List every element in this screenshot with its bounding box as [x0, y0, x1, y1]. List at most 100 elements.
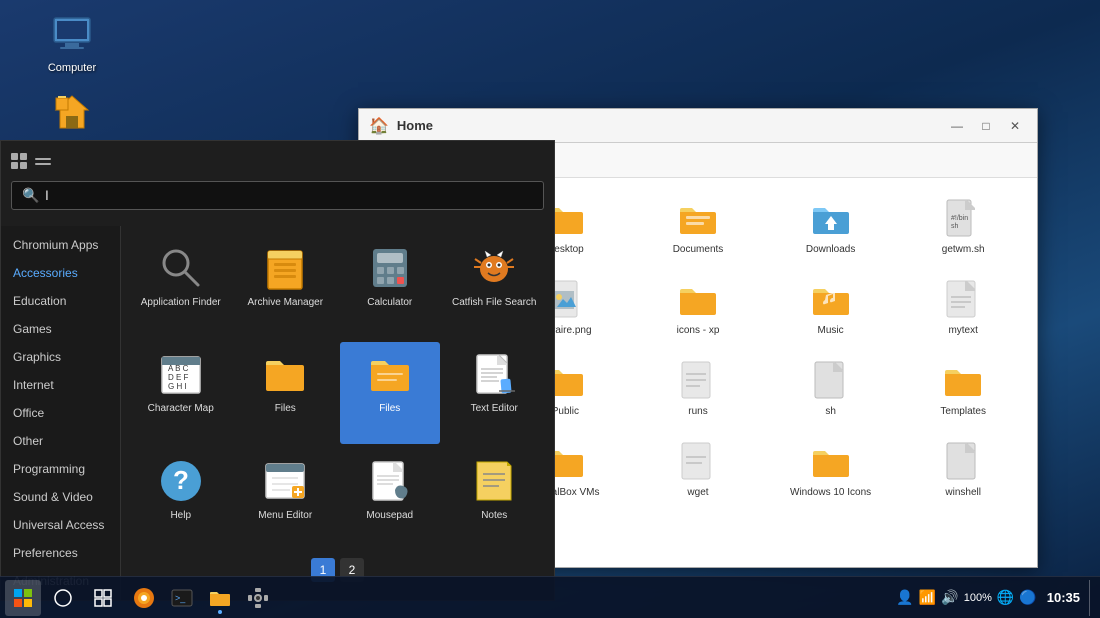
start-button[interactable] [5, 580, 41, 616]
svg-text:D E F: D E F [168, 373, 189, 382]
app-item-help[interactable]: ? Help [131, 449, 231, 550]
user-icon[interactable]: 👤 [896, 589, 913, 606]
app-item-files1[interactable]: Files [236, 342, 336, 443]
sidebar-item-sound-video[interactable]: Sound & Video [1, 483, 120, 511]
file-name-documents: Documents [673, 244, 724, 256]
taskbar-firefox[interactable] [126, 580, 162, 616]
show-desktop-btn[interactable] [1089, 580, 1095, 616]
file-item-icons-xp[interactable]: icons - xp [634, 269, 762, 345]
file-name-win10icons: Windows 10 Icons [790, 487, 871, 499]
file-item-getwm[interactable]: #!/bin sh getwm.sh [899, 188, 1027, 264]
computer-icon [48, 10, 96, 58]
charmap-icon: A B C D E F G H I [157, 350, 205, 398]
app-item-finder[interactable]: Application Finder [131, 236, 231, 337]
file-item-sh[interactable]: sh [767, 350, 895, 426]
file-icon-wget [676, 439, 720, 483]
sidebar-item-accessories[interactable]: Accessories [1, 259, 120, 287]
folder-icon-icons-xp [676, 277, 720, 321]
file-name-downloads: Downloads [806, 244, 855, 256]
sidebar-item-graphics[interactable]: Graphics [1, 343, 120, 371]
taskbar-settings[interactable] [240, 580, 276, 616]
search-input[interactable] [45, 188, 533, 203]
charmap-label: Character Map [148, 403, 214, 415]
file-item-winshell[interactable]: winshell [899, 431, 1027, 507]
file-item-wget[interactable]: wget [634, 431, 762, 507]
taskbar-clock[interactable]: 10:35 [1047, 590, 1080, 605]
svg-text:?: ? [173, 465, 189, 495]
files2-icon [366, 350, 414, 398]
sidebar-item-programming[interactable]: Programming [1, 455, 120, 483]
home-folder-icon [48, 88, 96, 136]
sidebar-item-chromium-apps[interactable]: Chromium Apps [1, 231, 120, 259]
menu-editor-icon [261, 457, 309, 505]
file-item-mytext[interactable]: mytext [899, 269, 1027, 345]
app-item-text-editor[interactable]: Text Editor [445, 342, 545, 443]
apps-grid: Application Finder [131, 236, 544, 550]
folder-icon-downloads [809, 196, 853, 240]
file-name-mytext: mytext [948, 325, 977, 337]
volume-icon[interactable]: 🔊 [941, 589, 958, 606]
catfish-label: Catfish File Search [452, 297, 536, 309]
file-icon-winshell [941, 439, 985, 483]
battery-indicator[interactable]: 100% [964, 592, 992, 604]
window-titlebar: 🏠 Home — □ ✕ [359, 109, 1037, 143]
desktop-icon-computer[interactable]: Computer [32, 10, 112, 74]
start-menu-body: Chromium Apps Accessories Education Game… [1, 226, 554, 600]
app-item-archive[interactable]: Archive Manager [236, 236, 336, 337]
network-icon[interactable]: 🌐 [997, 589, 1014, 606]
app-item-calculator[interactable]: Calculator [340, 236, 440, 337]
file-icon-getwm: #!/bin sh [941, 196, 985, 240]
file-item-win10icons[interactable]: Windows 10 Icons [767, 431, 895, 507]
file-name-music: Music [818, 325, 844, 337]
file-item-music[interactable]: Music [767, 269, 895, 345]
wifi-icon[interactable]: 📶 [919, 589, 936, 606]
start-menu: 🔍 Chromium Apps Accessories Education Ga… [0, 140, 555, 601]
clock-time: 10:35 [1047, 590, 1080, 605]
sidebar-item-other[interactable]: Other [1, 427, 120, 455]
taskbar-taskview-button[interactable] [85, 580, 121, 616]
svg-text:A B C: A B C [168, 364, 189, 373]
desktop: Computer Home [0, 0, 1100, 618]
calc-label: Calculator [367, 297, 412, 309]
taskbar-search-button[interactable] [45, 580, 81, 616]
taskbar-left [5, 580, 121, 616]
svg-text:>_: >_ [175, 593, 186, 603]
help-label: Help [170, 510, 191, 522]
sidebar-item-universal-access[interactable]: Universal Access [1, 511, 120, 539]
folder-icon-documents [676, 196, 720, 240]
maximize-button[interactable]: □ [974, 114, 998, 138]
app-item-charmap[interactable]: A B C D E F G H I Character Map [131, 342, 231, 443]
file-item-downloads[interactable]: Downloads [767, 188, 895, 264]
search-box[interactable]: 🔍 [11, 181, 544, 210]
close-button[interactable]: ✕ [1003, 114, 1027, 138]
bluetooth-icon[interactable]: 🔵 [1019, 589, 1036, 606]
app-finder-label: Application Finder [141, 297, 221, 309]
file-name-public: Public [552, 406, 579, 418]
app-item-mousepad[interactable]: Mousepad [340, 449, 440, 550]
taskbar-terminal[interactable]: >_ [164, 580, 200, 616]
mousepad-label: Mousepad [366, 510, 413, 522]
search-icon: 🔍 [22, 187, 39, 204]
sidebar-item-games[interactable]: Games [1, 315, 120, 343]
file-item-documents[interactable]: Documents [634, 188, 762, 264]
sidebar-item-education[interactable]: Education [1, 287, 120, 315]
archive-icon [261, 244, 309, 292]
file-name-icons-xp: icons - xp [677, 325, 720, 337]
file-name-templates: Templates [940, 406, 986, 418]
app-item-menu-editor[interactable]: Menu Editor [236, 449, 336, 550]
app-item-notes[interactable]: Notes [445, 449, 545, 550]
sidebar-item-preferences[interactable]: Preferences [1, 539, 120, 567]
folder-icon-win10icons [809, 439, 853, 483]
grid-view-btn[interactable] [11, 153, 27, 169]
list-view-btn[interactable] [35, 153, 51, 169]
app-item-files2[interactable]: Files [340, 342, 440, 443]
app-item-catfish[interactable]: Catfish File Search [445, 236, 545, 337]
sidebar-item-office[interactable]: Office [1, 399, 120, 427]
taskbar-filemanager[interactable] [202, 580, 238, 616]
sidebar-item-internet[interactable]: Internet [1, 371, 120, 399]
menu-editor-label: Menu Editor [258, 510, 312, 522]
file-item-templates[interactable]: Templates [899, 350, 1027, 426]
file-name-sh: sh [825, 406, 836, 418]
file-item-runs[interactable]: runs [634, 350, 762, 426]
minimize-button[interactable]: — [945, 114, 969, 138]
